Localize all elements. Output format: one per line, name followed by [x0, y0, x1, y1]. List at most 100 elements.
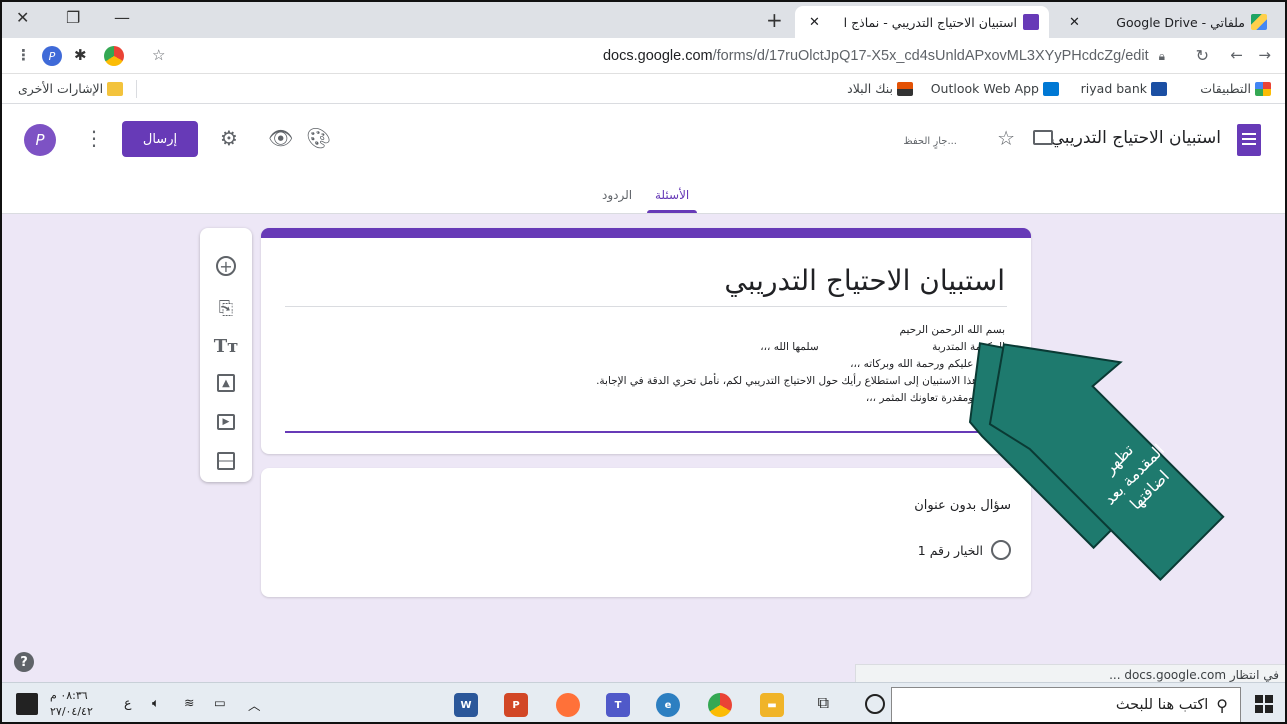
- other-bookmarks-label: الإشارات الأخرى: [18, 81, 104, 96]
- radio-button-icon[interactable]: [991, 540, 1011, 560]
- extensions-puzzle-icon[interactable]: ✱: [74, 46, 87, 64]
- arrow-annotation-text: تظهرالمقدمة بعداضافتها: [1084, 425, 1184, 525]
- new-tab-icon[interactable]: +: [766, 8, 783, 32]
- drive-favicon-icon: [1251, 14, 1267, 30]
- url-bar[interactable]: docs.google.com/forms/d/17ruOlctJpQ17-X5…: [602, 42, 1165, 70]
- tab-forms[interactable]: استبيان الاحتياج التدريبي - نماذج ‎ا ✕: [795, 6, 1049, 38]
- question-card[interactable]: سؤال بدون عنوان الخيار رقم 1: [261, 468, 1031, 597]
- search-icon: ⚲: [1216, 695, 1228, 715]
- url-path: /forms/d/17ruOlctJpQ17-X5x_cd4sUnldAPxov…: [712, 48, 1149, 64]
- volume-icon[interactable]: 🔈︎: [152, 695, 160, 711]
- send-button[interactable]: إرسال: [122, 121, 198, 157]
- question-option[interactable]: الخيار رقم 1: [918, 540, 1011, 560]
- description-line: بسم الله الرحمن الرحيم: [899, 324, 1005, 336]
- wifi-icon[interactable]: ≋: [184, 695, 194, 710]
- more-options-icon[interactable]: ⋮: [84, 126, 104, 150]
- search-placeholder: اكتب هنا للبحث: [1115, 697, 1209, 713]
- task-view-icon[interactable]: ⧉: [818, 693, 829, 713]
- bookmark-label: بنك البلاد: [847, 81, 893, 96]
- other-bookmarks[interactable]: الإشارات الأخرى: [18, 81, 124, 96]
- add-question-icon[interactable]: +: [216, 256, 236, 276]
- tab-google-drive[interactable]: ملفاتي - Google Drive ✕: [1055, 6, 1277, 38]
- teams-icon[interactable]: T: [606, 693, 630, 717]
- bookmark-riyad-bank[interactable]: riyad bank: [1081, 81, 1167, 96]
- arrow-text-line: المقدمة بعد: [1100, 440, 1168, 508]
- move-folder-icon[interactable]: [1033, 130, 1053, 145]
- bookmark-apps[interactable]: التطبيقات: [1200, 81, 1271, 96]
- forms-favicon-icon: [1023, 14, 1039, 30]
- language-indicator[interactable]: ع: [124, 695, 131, 710]
- add-section-icon[interactable]: [217, 452, 235, 470]
- forms-logo-icon[interactable]: [1237, 124, 1261, 156]
- tab-responses[interactable]: الردود: [602, 188, 632, 202]
- palette-icon[interactable]: 🎨︎: [306, 126, 331, 150]
- help-icon[interactable]: ?: [14, 652, 34, 672]
- form-title-card[interactable]: استبيان الاحتياج التدريبي بسم الله الرحم…: [261, 228, 1031, 454]
- close-window-icon[interactable]: ✕: [16, 8, 29, 27]
- minimize-window-icon[interactable]: —: [114, 8, 130, 27]
- title-divider: [285, 306, 1007, 307]
- show-hidden-icons-icon[interactable]: ︿: [248, 695, 261, 714]
- description-line: المكرمة المتدربة سلمها الله ،،،: [760, 341, 1005, 353]
- bookmark-label: riyad bank: [1080, 81, 1147, 96]
- close-tab-icon[interactable]: ✕: [805, 15, 824, 30]
- taskbar-search[interactable]: ⚲ اكتب هنا للبحث: [891, 687, 1241, 722]
- description-line: يهدف هذا الاستبيان إلى استطلاع رأيك حول …: [596, 375, 1005, 387]
- form-description[interactable]: بسم الله الرحمن الرحيم المكرمة المتدربة …: [596, 322, 1005, 407]
- folder-icon: [107, 81, 124, 96]
- star-icon[interactable]: ☆: [997, 126, 1015, 150]
- word-icon[interactable]: W: [454, 693, 478, 717]
- url-host: docs.google.com: [602, 48, 713, 64]
- bookmark-label: Outlook Web App: [930, 81, 1039, 96]
- add-title-icon[interactable]: Tт: [214, 334, 239, 358]
- lock-icon[interactable]: 🔒︎: [1159, 49, 1165, 64]
- add-image-icon[interactable]: ▲: [217, 374, 235, 392]
- riyad-bank-icon: [1151, 81, 1167, 96]
- form-title[interactable]: استبيان الاحتياج التدريبي: [724, 264, 1005, 297]
- tab-title: استبيان الاحتياج التدريبي - نماذج ‎ا: [843, 14, 1017, 30]
- floating-toolbar: + ⎘ Tт ▲ ▶: [200, 228, 252, 482]
- active-tab-indicator: [647, 210, 697, 213]
- forward-arrow-icon[interactable]: →: [1258, 46, 1271, 64]
- close-tab-icon[interactable]: ✕: [1065, 15, 1084, 30]
- bookmark-bank-albilad[interactable]: بنك البلاد: [847, 81, 913, 96]
- tab-questions[interactable]: الأسئلة: [655, 188, 689, 202]
- import-questions-icon[interactable]: ⎘: [214, 296, 238, 320]
- bookmark-outlook[interactable]: Outlook Web App: [931, 81, 1059, 96]
- question-title[interactable]: سؤال بدون عنوان: [914, 498, 1011, 513]
- apps-grid-icon: [1255, 81, 1271, 96]
- settings-gear-icon[interactable]: ⚙︎: [220, 126, 238, 150]
- chrome-icon[interactable]: [708, 693, 732, 717]
- cortana-icon[interactable]: [865, 694, 885, 714]
- description-line: شاكرة ومقدرة تعاونك المثمر ،،،: [865, 392, 1005, 404]
- firefox-icon[interactable]: [556, 693, 580, 717]
- preview-eye-icon[interactable]: 👁︎: [268, 126, 293, 150]
- restore-window-icon[interactable]: ❐: [66, 8, 80, 27]
- form-canvas: + ⎘ Tт ▲ ▶ استبيان الاحتياج التدريبي بسم…: [2, 214, 1285, 686]
- screen: ✕ ❐ — ملفاتي - Google Drive ✕ استبيان ال…: [0, 0, 1287, 724]
- bookmark-star-icon[interactable]: ☆: [152, 46, 165, 64]
- clock[interactable]: ٠٨:٣٦ م ٢٧/٠٤/٤٢: [50, 688, 93, 720]
- notifications-icon[interactable]: [16, 693, 38, 715]
- address-toolbar: ⋮ P ✱ ☆ docs.google.com/forms/d/17ruOlct…: [2, 38, 1285, 74]
- add-video-icon[interactable]: ▶: [217, 414, 235, 430]
- arrow-text-line: تظهر: [1099, 440, 1138, 479]
- form-name[interactable]: استبيان الاحتياج التدريبي: [1051, 128, 1221, 148]
- description-line: السلام عليكم ورحمة الله وبركاته ،،،: [850, 358, 1005, 370]
- clock-time: ٠٨:٣٦ م: [50, 689, 88, 702]
- battery-icon[interactable]: ▭: [214, 695, 226, 710]
- windows-start-icon[interactable]: [1255, 695, 1273, 713]
- saving-status: جارٍ الحفظ...: [903, 136, 957, 147]
- profile-extension-icon[interactable]: P: [42, 46, 62, 66]
- powerpoint-icon[interactable]: P: [504, 693, 528, 717]
- chrome-extension-icon[interactable]: [104, 46, 124, 66]
- edge-legacy-icon[interactable]: e: [656, 693, 680, 717]
- menu-kebab-icon[interactable]: ⋮: [16, 46, 31, 64]
- file-explorer-icon[interactable]: ▬: [760, 693, 784, 717]
- system-tray: ٠٨:٣٦ م ٢٧/٠٤/٤٢ ع 🔈︎ ≋ ▭ ︿: [2, 683, 292, 722]
- outlook-icon: [1043, 81, 1059, 96]
- avatar[interactable]: P: [24, 124, 56, 156]
- form-tabs: الأسئلة الردود: [2, 184, 1285, 214]
- reload-icon[interactable]: ↻: [1196, 46, 1209, 65]
- back-arrow-icon[interactable]: ←: [1230, 46, 1243, 64]
